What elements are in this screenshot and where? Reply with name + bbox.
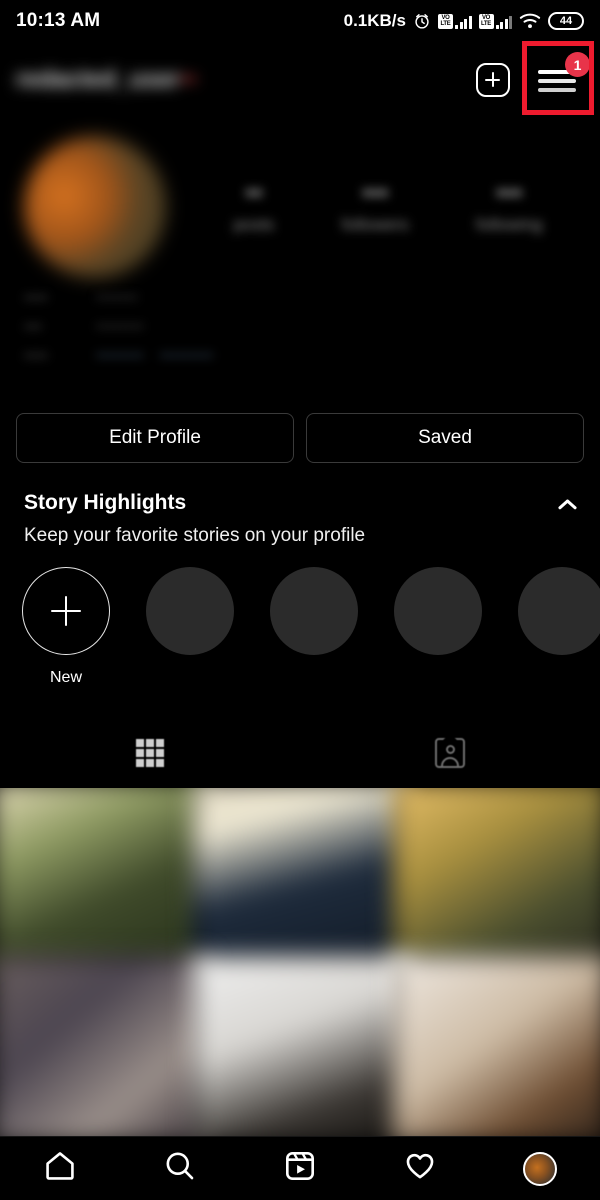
tagged-body [441,757,459,766]
posts-label: posts [233,214,275,234]
signal-bars-1 [455,14,472,29]
highlight-item[interactable] [518,567,600,687]
posts-count: •• [245,178,263,207]
profile-avatar[interactable] [24,135,166,278]
menu-notification-badge: 1 [565,52,590,77]
following-label: following [476,214,543,234]
story-highlights-title-row: Story Highlights [24,491,576,515]
nav-search[interactable] [120,1149,240,1188]
highlight-item[interactable] [394,567,482,687]
story-highlights-title: Story Highlights [24,491,187,514]
username-label: redacted_user•• [16,66,197,93]
photo-cell[interactable] [0,956,207,1136]
stat-posts[interactable]: •• posts [234,179,275,235]
saved-button[interactable]: Saved [306,413,584,463]
tab-tagged[interactable] [300,722,600,784]
profile-header: redacted_user•• 1 [0,42,600,118]
content-tabs [0,722,600,784]
add-highlight-icon[interactable] [22,567,110,655]
chevron-up-icon[interactable] [558,494,576,512]
volte-badge-2: VO LTE [478,13,494,29]
heart-icon [403,1149,437,1188]
volte-badge-1: VO LTE [438,13,453,29]
header-actions: 1 [476,52,590,99]
highlight-item[interactable] [146,567,234,687]
photo-cell[interactable] [0,788,207,968]
stat-followers[interactable]: ••• followers [342,179,409,235]
bottom-navigation [0,1136,600,1200]
alarm-clock-icon [413,12,431,30]
story-highlights-subtitle: Keep your favorite stories on your profi… [24,525,366,546]
nav-home[interactable] [0,1149,120,1188]
highlight-thumb[interactable] [270,567,358,655]
photo-cell[interactable] [192,788,408,968]
menu-line-3 [538,88,576,92]
grid-icon [136,739,164,767]
story-highlights-list: New [22,567,600,687]
tagged-person-icon [435,734,465,768]
bio-line-3: •••• •••••••• ••••••••• [24,346,214,365]
photo-cell[interactable] [393,956,600,1136]
profile-bio: •••• ••••••• ••• •••••••• •••• •••••••• … [24,288,444,375]
reels-icon [283,1149,317,1188]
hamburger-menu-icon[interactable]: 1 [538,52,590,99]
stat-following[interactable]: ••• following [476,179,542,235]
profile-avatar-icon [523,1151,557,1186]
highlight-thumb[interactable] [394,567,482,655]
highlight-thumb[interactable] [146,567,234,655]
photo-cell[interactable] [393,788,600,968]
wifi-icon [519,12,541,30]
signal-bars-2 [495,14,512,29]
story-highlights-header: Story Highlights Keep your favorite stor… [24,491,576,547]
status-icons: 0.1KB/s VO LTE VO LTE 44 [344,11,584,31]
network-speed: 0.1KB/s [343,11,406,30]
menu-line-2 [538,79,576,83]
photo-cell[interactable] [192,956,408,1136]
status-bar: 10:13 AM 0.1KB/s VO LTE VO LTE 44 [0,0,600,42]
bio-line-1: •••• ••••••• [24,288,138,307]
search-icon [163,1149,197,1188]
highlight-thumb[interactable] [518,567,600,655]
bio-line-2: ••• •••••••• [24,317,144,336]
followers-count: ••• [362,178,389,207]
highlight-item[interactable] [270,567,358,687]
followers-label: followers [341,214,409,234]
highlight-new[interactable]: New [22,567,110,687]
home-icon [43,1149,77,1188]
nav-profile[interactable] [480,1151,600,1186]
plus-square-icon[interactable] [476,63,510,97]
nav-activity[interactable] [360,1149,480,1188]
highlight-new-label: New [49,669,82,686]
following-count: ••• [496,178,523,207]
sim2-signal: VO LTE [478,13,512,29]
edit-profile-button[interactable]: Edit Profile [16,413,294,463]
phone-screen: 10:13 AM 0.1KB/s VO LTE VO LTE 44 redact… [0,0,600,1200]
battery-indicator: 44 [548,12,584,30]
tab-grid[interactable] [0,722,300,784]
tagged-head [445,745,455,754]
nav-reels[interactable] [240,1149,360,1188]
profile-summary: •• posts ••• followers ••• following [0,134,600,279]
photo-grid [0,788,600,1136]
profile-action-buttons: Edit Profile Saved [0,413,600,463]
profile-stats: •• posts ••• followers ••• following [166,179,576,235]
sim1-signal: VO LTE [438,13,472,29]
status-time: 10:13 AM [16,10,101,31]
